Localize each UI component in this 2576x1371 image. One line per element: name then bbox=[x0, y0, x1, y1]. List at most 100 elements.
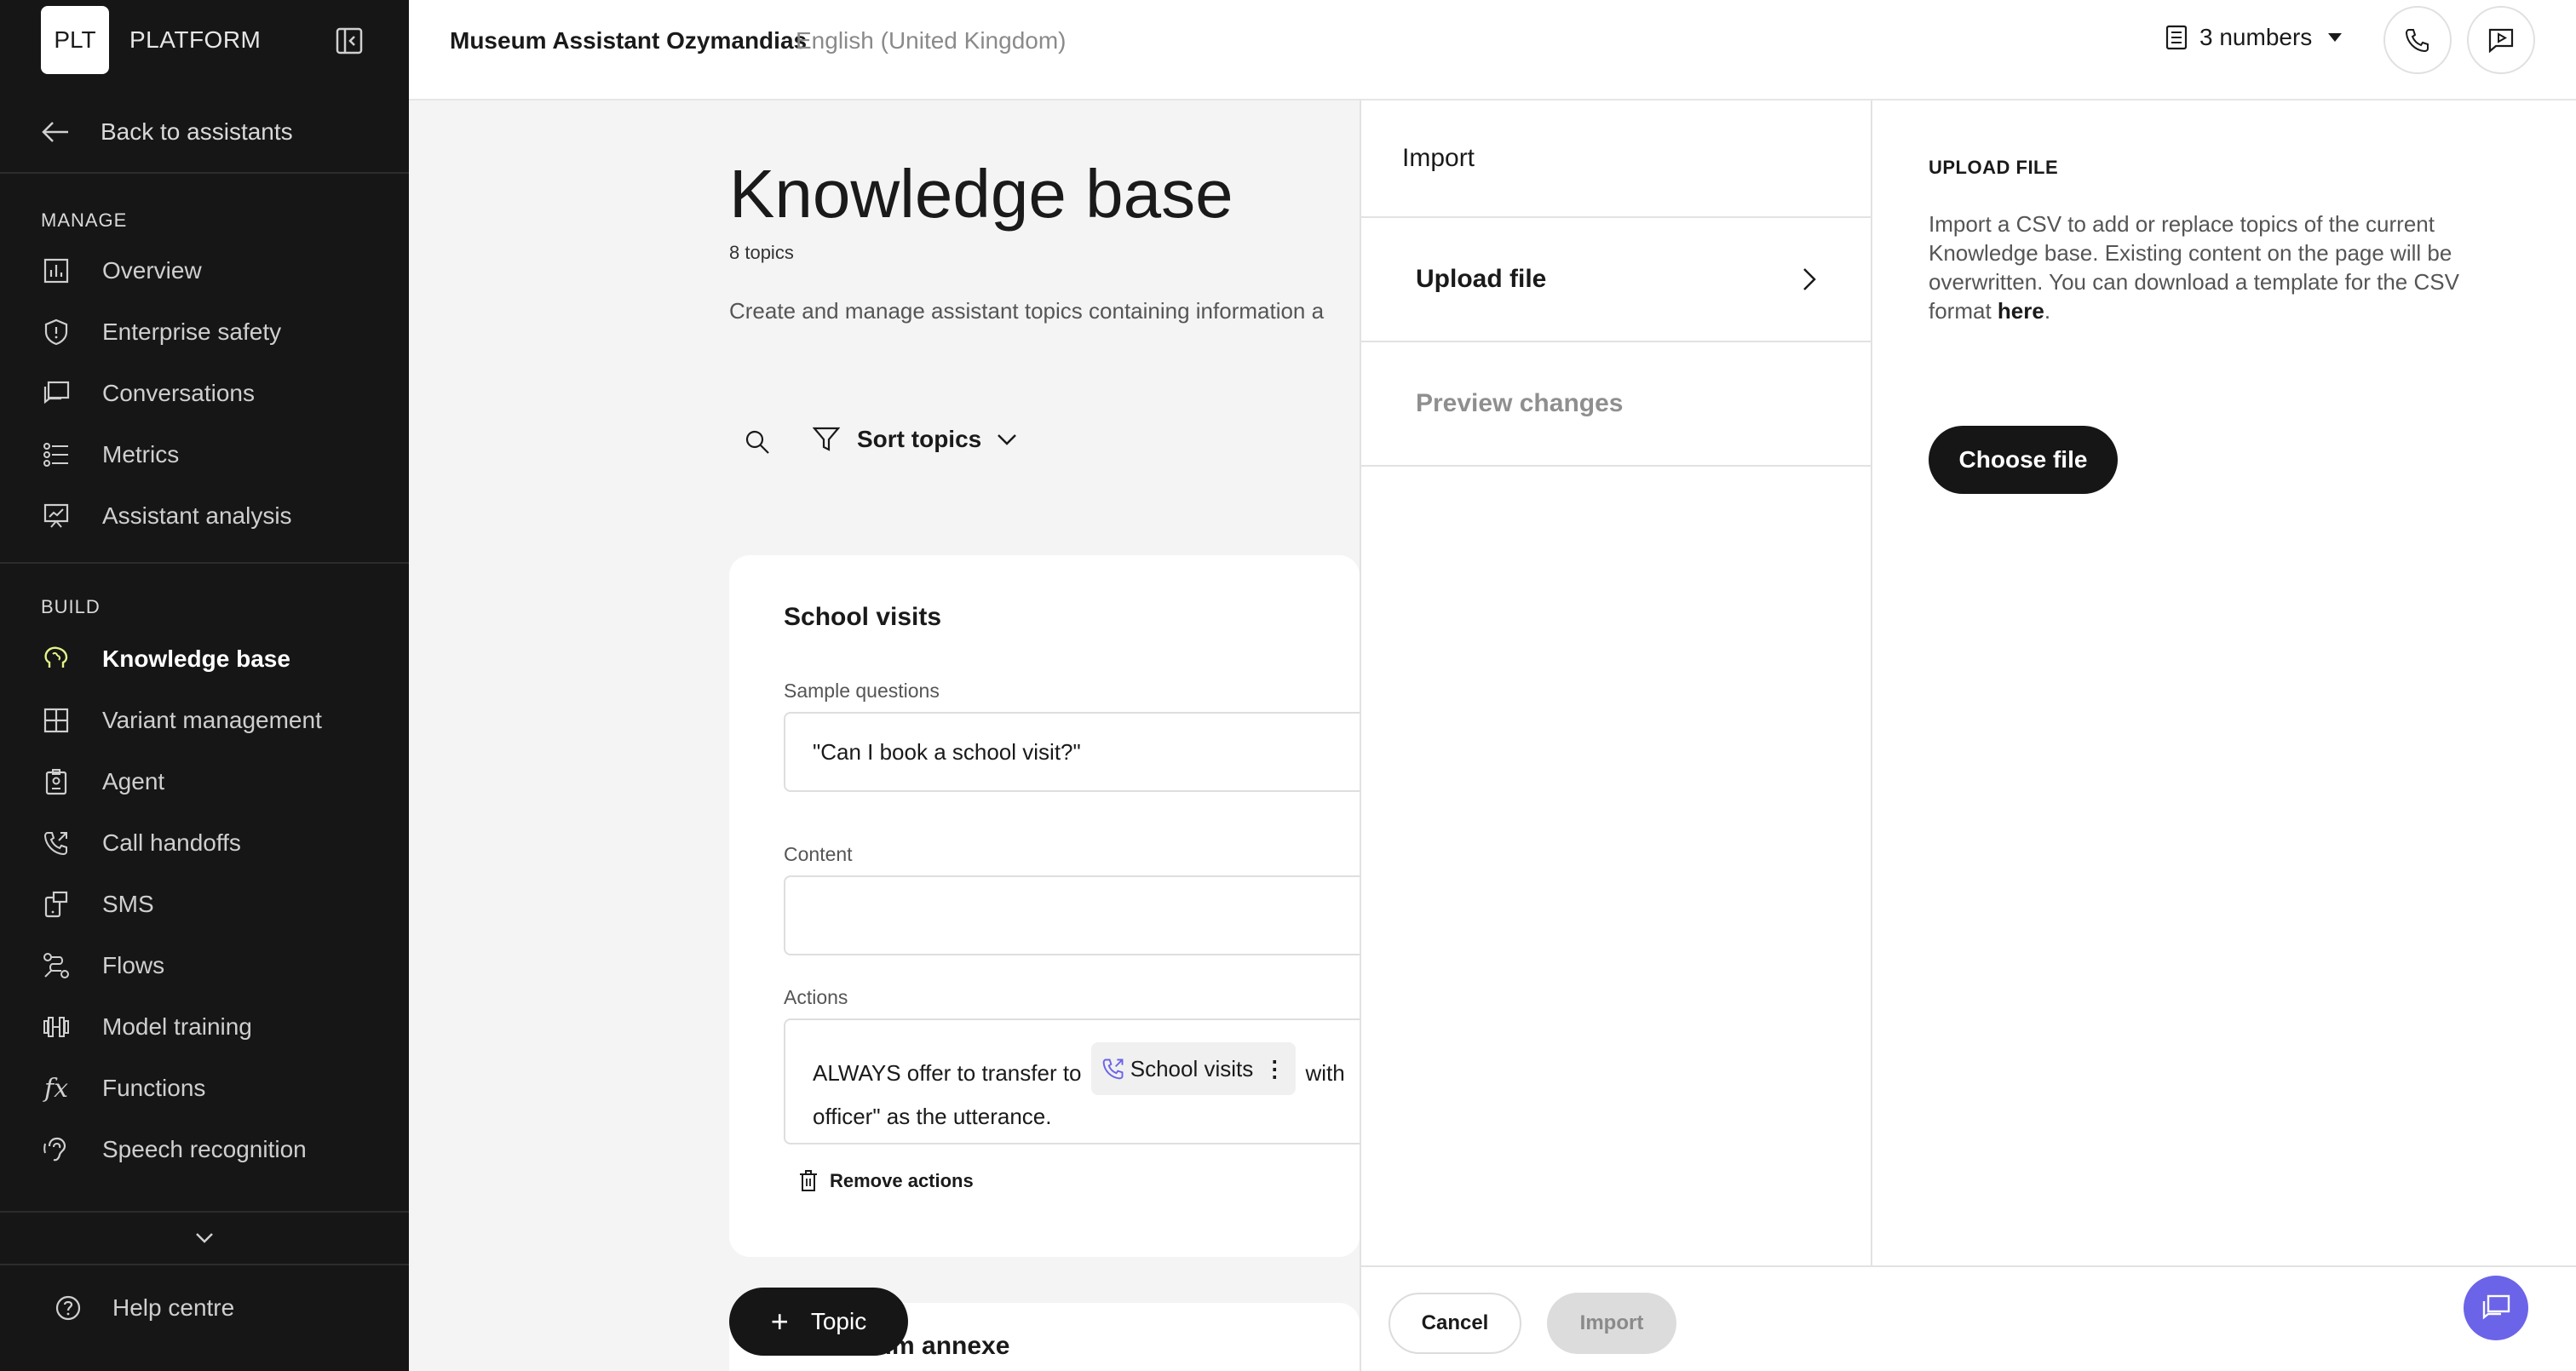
import-steps: Import Upload file Preview changes bbox=[1361, 100, 1872, 1265]
search-icon[interactable] bbox=[745, 429, 770, 459]
sidebar-item-label: Conversations bbox=[102, 380, 255, 406]
numbers-dropdown[interactable]: 3 numbers bbox=[2165, 24, 2343, 51]
sidebar-item-enterprise-safety[interactable]: Enterprise safety bbox=[0, 301, 409, 363]
step-preview-changes: Preview changes bbox=[1361, 342, 1871, 467]
caret-down-icon bbox=[2328, 33, 2343, 42]
sidebar-item-label: Agent bbox=[102, 768, 165, 794]
sidebar-item-functions[interactable]: fx Functions bbox=[0, 1058, 409, 1119]
choose-file-button[interactable]: Choose file bbox=[1929, 426, 2118, 494]
import-title: Import bbox=[1361, 100, 1871, 218]
sidebar-item-sms[interactable]: SMS bbox=[0, 874, 409, 935]
add-topic-button[interactable]: + Topic bbox=[729, 1288, 908, 1356]
cancel-button[interactable]: Cancel bbox=[1389, 1293, 1521, 1354]
sidebar-item-label: SMS bbox=[102, 891, 154, 917]
import-footer: Cancel Import bbox=[1361, 1265, 2576, 1371]
plus-icon: + bbox=[770, 1304, 789, 1339]
function-icon: fx bbox=[43, 1073, 69, 1104]
sample-question-input[interactable]: "Can I book a school visit?" bbox=[784, 712, 1397, 792]
chat-icon bbox=[41, 378, 72, 409]
phone-forward-icon bbox=[41, 828, 72, 858]
logo: PLT bbox=[41, 6, 109, 74]
brand-name: PLATFORM bbox=[129, 26, 262, 53]
content-label: Content bbox=[784, 843, 853, 865]
sidebar-item-assistant-analysis[interactable]: Assistant analysis bbox=[0, 485, 409, 547]
page-description: Create and manage assistant topics conta… bbox=[729, 298, 1325, 324]
action-text: ALWAYS offer to transfer to bbox=[813, 1060, 1082, 1086]
upload-file-section: UPLOAD FILE Import a CSV to add or repla… bbox=[1929, 157, 2525, 325]
sidebar: PLT PLATFORM Back to assistants MANAGE O… bbox=[0, 0, 409, 1371]
more-vertical-icon[interactable]: ⋮ bbox=[1263, 1047, 1285, 1090]
sample-questions-label: Sample questions bbox=[784, 680, 940, 702]
badge-icon bbox=[41, 766, 72, 797]
sidebar-item-knowledge-base[interactable]: Knowledge base bbox=[0, 628, 409, 690]
import-button[interactable]: Import bbox=[1547, 1293, 1676, 1354]
sidebar-item-label: Metrics bbox=[102, 441, 180, 468]
sidebar-item-call-handoffs[interactable]: Call handoffs bbox=[0, 812, 409, 874]
phone-forward-icon bbox=[1102, 1058, 1124, 1080]
message-play-icon bbox=[2488, 28, 2514, 53]
topic-title: School visits bbox=[784, 603, 942, 631]
top-bar: Museum Assistant Ozymandias English (Uni… bbox=[409, 0, 2576, 100]
presentation-icon bbox=[41, 501, 72, 531]
help-centre-link[interactable]: Help centre bbox=[55, 1294, 234, 1322]
phone-icon bbox=[2405, 29, 2429, 53]
template-link[interactable]: here bbox=[1998, 298, 2044, 324]
actions-label: Actions bbox=[784, 986, 848, 1008]
back-label: Back to assistants bbox=[101, 118, 293, 145]
ear-icon bbox=[41, 1134, 72, 1165]
sidebar-item-model-training[interactable]: Model training bbox=[0, 996, 409, 1058]
chevron-right-icon bbox=[1803, 268, 1816, 290]
help-icon bbox=[55, 1295, 81, 1321]
sidebar-item-label: Call handoffs bbox=[102, 829, 241, 856]
sort-topics-button[interactable]: Sort topics bbox=[813, 426, 1017, 453]
chevron-down-icon bbox=[998, 434, 1017, 445]
handoff-chip[interactable]: School visits ⋮ bbox=[1090, 1042, 1297, 1095]
assistant-name: Museum Assistant Ozymandias bbox=[450, 27, 808, 54]
remove-actions-button[interactable]: Remove actions bbox=[799, 1170, 974, 1192]
sidebar-item-label: Enterprise safety bbox=[102, 318, 282, 345]
sidebar-item-label: Knowledge base bbox=[102, 645, 290, 672]
add-topic-label: Topic bbox=[810, 1308, 867, 1334]
sidebar-item-flows[interactable]: Flows bbox=[0, 935, 409, 996]
brain-icon bbox=[41, 644, 72, 674]
topic-count: 8 topics bbox=[729, 242, 794, 263]
chip-label: School visits bbox=[1130, 1056, 1254, 1081]
sidebar-item-conversations[interactable]: Conversations bbox=[0, 363, 409, 424]
import-panel: Import Upload file Preview changes UPLOA… bbox=[1360, 100, 2576, 1371]
call-button[interactable] bbox=[2383, 6, 2452, 74]
sidebar-item-label: Model training bbox=[102, 1013, 252, 1040]
sidebar-item-overview[interactable]: Overview bbox=[0, 240, 409, 301]
sort-topics-label: Sort topics bbox=[857, 426, 982, 452]
sidebar-item-variant-management[interactable]: Variant management bbox=[0, 690, 409, 751]
arrow-left-icon bbox=[42, 122, 68, 142]
sidebar-item-label: Variant management bbox=[102, 707, 322, 733]
content-input[interactable] bbox=[784, 875, 1397, 955]
list-icon bbox=[41, 439, 72, 470]
dumbbell-icon bbox=[41, 1012, 72, 1042]
sidebar-item-metrics[interactable]: Metrics bbox=[0, 424, 409, 485]
numbers-label: 3 numbers bbox=[2199, 24, 2313, 50]
grid-icon bbox=[41, 705, 72, 736]
page-title: Knowledge base bbox=[729, 156, 1233, 232]
remove-actions-label: Remove actions bbox=[830, 1170, 974, 1191]
action-text-suffix: with bbox=[1305, 1060, 1345, 1086]
document-list-icon bbox=[2165, 25, 2188, 50]
sidebar-item-speech-recognition[interactable]: Speech recognition bbox=[0, 1119, 409, 1180]
sidebar-scroll-more[interactable] bbox=[0, 1211, 409, 1265]
upload-description: Import a CSV to add or replace topics of… bbox=[1929, 211, 2459, 324]
chat-support-button[interactable] bbox=[2464, 1276, 2528, 1340]
chat-test-button[interactable] bbox=[2467, 6, 2535, 74]
chat-bubble-icon bbox=[2482, 1294, 2510, 1320]
flow-icon bbox=[41, 950, 72, 981]
step-upload-file[interactable]: Upload file bbox=[1361, 218, 1871, 342]
sidebar-item-label: Functions bbox=[102, 1075, 206, 1101]
upload-heading: UPLOAD FILE bbox=[1929, 157, 2059, 178]
actions-input[interactable]: ALWAYS offer to transfer to School visit… bbox=[784, 1018, 1397, 1144]
back-to-assistants-link[interactable]: Back to assistants bbox=[0, 92, 409, 174]
trash-icon bbox=[800, 1170, 817, 1191]
action-text-line2: officer" as the utterance. bbox=[813, 1104, 1052, 1129]
assistant-language: English (United Kingdom) bbox=[796, 27, 1067, 54]
manage-section-title: MANAGE bbox=[41, 209, 128, 231]
sidebar-item-agent[interactable]: Agent bbox=[0, 751, 409, 812]
collapse-sidebar-icon[interactable] bbox=[336, 27, 363, 54]
